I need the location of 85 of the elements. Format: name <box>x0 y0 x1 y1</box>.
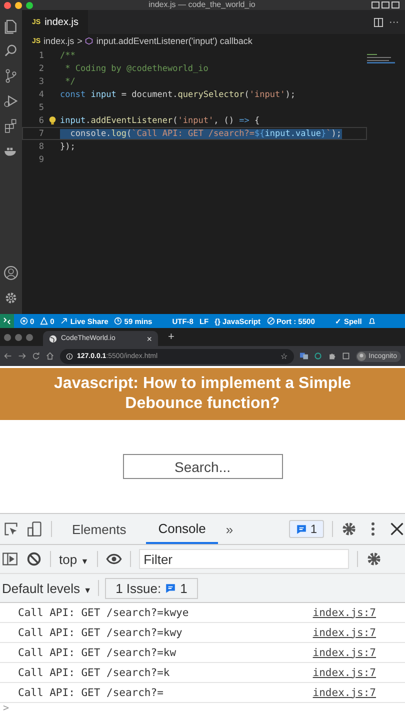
line-number: 2 <box>38 64 44 74</box>
clock-icon <box>114 317 122 325</box>
warning-icon <box>40 317 48 325</box>
puzzle-icon[interactable] <box>328 352 336 360</box>
split-editor-icon[interactable] <box>374 18 383 26</box>
window-title: index.js — code_the_world_io <box>148 0 256 10</box>
remote-icon[interactable] <box>0 314 14 328</box>
settings-icon[interactable] <box>3 290 19 306</box>
close-window-icon[interactable] <box>4 2 11 8</box>
line-number: 8 <box>38 142 44 152</box>
page-heading: Javascript: How to implement a Simple Debounce function? <box>53 374 352 414</box>
status-item[interactable] <box>368 317 376 325</box>
device-toolbar-icon[interactable] <box>27 521 43 537</box>
more-tabs-button[interactable]: » <box>226 522 234 536</box>
run-debug-icon[interactable] <box>3 93 19 109</box>
files-icon[interactable] <box>3 18 19 34</box>
new-tab-button[interactable]: + <box>168 331 174 343</box>
console-message: Call API: GET /search?=kwy <box>18 626 182 638</box>
extensions-icon[interactable] <box>3 118 19 134</box>
maximize-window-icon[interactable] <box>26 2 33 8</box>
breadcrumb-item[interactable]: input.addEventListener('input') callback <box>96 36 252 46</box>
error-icon <box>20 317 28 325</box>
message-icon <box>165 582 176 594</box>
back-icon[interactable] <box>4 352 12 360</box>
minimize-window-icon[interactable] <box>15 2 22 8</box>
more-actions-button[interactable]: ··· <box>389 16 399 28</box>
forward-icon[interactable] <box>18 352 26 360</box>
reload-icon[interactable] <box>32 352 40 360</box>
console-message: Call API: GET /search?= <box>18 686 164 698</box>
code-line: /** <box>60 50 76 60</box>
line-number: 3 <box>38 76 44 86</box>
console-message: Call API: GET /search?=k <box>18 666 170 678</box>
no-entry-icon <box>266 317 275 325</box>
source-link[interactable]: index.js:7 <box>312 666 376 678</box>
settings-icon[interactable] <box>341 521 357 537</box>
clear-console-icon[interactable] <box>26 551 42 567</box>
eye-icon[interactable] <box>106 551 122 567</box>
translate-icon[interactable] <box>300 352 308 360</box>
minimap-drawing <box>367 54 397 64</box>
account-icon[interactable] <box>3 265 19 281</box>
home-icon[interactable] <box>46 352 54 360</box>
issues-badge[interactable]: 1 <box>289 520 324 538</box>
code-line: */ <box>64 76 76 86</box>
maximize-window-icon[interactable] <box>26 334 33 340</box>
issues-button[interactable]: 1 Issue: 1 <box>104 578 198 598</box>
bookmark-star-icon[interactable]: ☆ <box>280 352 288 360</box>
source-link[interactable]: index.js:7 <box>312 686 376 698</box>
console-message: Call API: GET /search?=kwye <box>18 606 189 618</box>
sidebar-toggle-icon[interactable] <box>2 551 18 567</box>
breadcrumb-separator: > <box>77 36 82 46</box>
source-link[interactable]: index.js:7 <box>312 626 376 638</box>
line-number: 4 <box>38 90 44 100</box>
code-line: const input = document.querySelector('input'); <box>60 90 296 100</box>
lightbulb-icon[interactable] <box>48 116 56 125</box>
line-number: 5 <box>38 102 44 112</box>
globe-icon <box>49 334 57 342</box>
source-control-icon[interactable] <box>3 68 19 84</box>
sidebar-icon[interactable] <box>342 352 350 360</box>
avatar-icon <box>356 352 366 360</box>
arrow-icon <box>60 317 68 325</box>
filter-field[interactable]: Filter <box>138 549 349 569</box>
line-number: 1 <box>38 50 44 60</box>
info-icon[interactable] <box>66 352 73 360</box>
source-link[interactable]: index.js:7 <box>312 606 376 618</box>
search-field[interactable]: Search... <box>122 454 282 479</box>
line-number: 6 <box>38 116 44 126</box>
search-icon[interactable] <box>3 43 19 59</box>
devtools-tab[interactable]: Elements <box>60 514 138 544</box>
log-levels-dropdown[interactable]: Default levels ▼ <box>2 580 92 596</box>
code-line: }); <box>60 142 76 152</box>
line-number: 9 <box>38 154 44 164</box>
line-number: 7 <box>38 128 44 138</box>
close-window-icon[interactable] <box>4 334 11 340</box>
source-link[interactable]: index.js:7 <box>312 646 376 658</box>
breadcrumb-item[interactable]: index.js <box>44 36 74 46</box>
settings-icon[interactable] <box>366 551 382 567</box>
context-dropdown[interactable]: top ▼ <box>59 552 89 566</box>
bell-icon <box>368 317 376 325</box>
code-line: input.addEventListener('input', () => { <box>60 116 260 126</box>
layout-icons[interactable] <box>371 1 401 9</box>
method-icon <box>85 37 94 45</box>
inspect-element-icon[interactable] <box>3 521 19 537</box>
close-icon[interactable] <box>389 521 405 537</box>
code-line: * Coding by @codetheworld_io <box>64 64 208 74</box>
console-message: Call API: GET /search?=kw <box>18 646 176 658</box>
